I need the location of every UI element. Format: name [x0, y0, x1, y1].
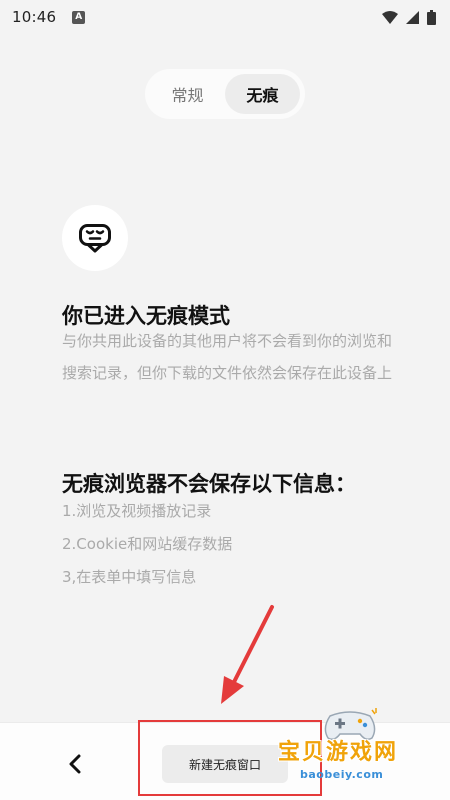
new-incognito-window-button[interactable]: 新建无痕窗口 [162, 745, 288, 783]
status-bar: 10:46 A [0, 0, 450, 34]
wifi-icon [382, 10, 398, 24]
battery-icon [427, 9, 436, 25]
chevron-left-icon [69, 754, 81, 774]
a-letter-icon: A [72, 10, 86, 24]
back-button[interactable] [58, 747, 92, 781]
info-title: 无痕浏览器不会保存以下信息： [62, 472, 356, 496]
incognito-description: 与你共用此设备的其他用户将不会看到你的浏览和搜索记录，但你下载的文件依然会保存在… [62, 332, 393, 382]
annotation-arrow [221, 605, 274, 704]
signal-icon [406, 10, 419, 24]
status-time: 10:46 [12, 8, 57, 26]
tab-normal[interactable]: 常规 [150, 74, 225, 114]
mode-switch: 常规 无痕 [145, 69, 305, 119]
incognito-badge [62, 205, 128, 271]
list-item: 1.浏览及视频播放记录 [62, 502, 212, 520]
bottom-bar: 新建无痕窗口 [0, 722, 450, 800]
list-item: 2.Cookie和网站缓存数据 [62, 535, 233, 553]
info-list: 1.浏览及视频播放记录 2.Cookie和网站缓存数据 3,在表单中填写信息 [62, 495, 232, 594]
list-item: 3,在表单中填写信息 [62, 568, 197, 586]
tab-incognito[interactable]: 无痕 [225, 74, 300, 114]
status-icons [382, 9, 436, 25]
incognito-mask-icon [79, 224, 111, 253]
